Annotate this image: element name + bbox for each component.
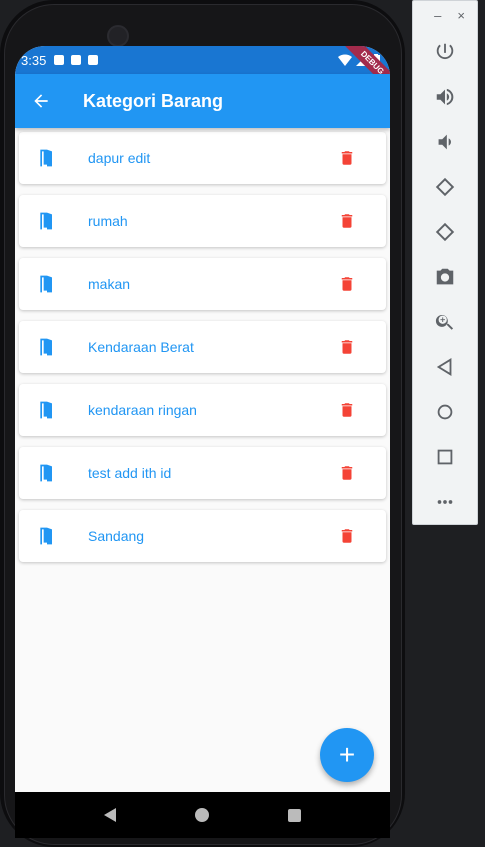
delete-button[interactable] — [336, 273, 358, 295]
list-item[interactable]: kendaraan ringan — [19, 384, 386, 436]
list-item[interactable]: Kendaraan Berat — [19, 321, 386, 373]
trash-icon — [341, 403, 353, 417]
delete-button[interactable] — [336, 147, 358, 169]
volume-down-button[interactable] — [413, 119, 477, 164]
shield-icon — [71, 55, 82, 65]
list-item-label: dapur edit — [88, 150, 151, 166]
page-title: Kategori Barang — [83, 90, 224, 111]
arrow-back-icon — [34, 94, 48, 108]
trash-icon — [341, 529, 353, 543]
back-icon — [436, 357, 452, 376]
emulator-toolbar: – × — [412, 0, 478, 525]
list-item-label: Kendaraan Berat — [88, 339, 194, 355]
delete-button[interactable] — [336, 336, 358, 358]
volume-up-button[interactable] — [413, 74, 477, 119]
wifi-icon — [338, 54, 352, 66]
more-icon — [437, 499, 453, 504]
emu-back-button[interactable] — [413, 344, 477, 389]
emulator-window-controls: – × — [413, 1, 477, 29]
delete-button[interactable] — [336, 462, 358, 484]
door-icon — [36, 399, 58, 421]
list-item[interactable]: rumah — [19, 195, 386, 247]
trash-icon — [341, 151, 353, 165]
status-time: 3:35 — [21, 52, 47, 68]
list-item-label: Sandang — [88, 528, 145, 544]
door-icon — [36, 273, 58, 295]
trash-icon — [341, 466, 353, 480]
more-button[interactable] — [413, 479, 477, 524]
door-icon — [36, 210, 58, 232]
zoom-icon — [435, 314, 454, 330]
door-icon — [36, 336, 58, 358]
volume-up-icon — [436, 88, 454, 105]
rotate-left-button[interactable] — [413, 164, 477, 209]
phone-frame: 3:35 DEBUG Kategori Barang dapur edit ru… — [0, 0, 405, 847]
screenshot-button[interactable] — [413, 254, 477, 299]
door-icon — [36, 147, 58, 169]
trash-icon — [341, 214, 353, 228]
sdcard-icon — [88, 55, 99, 65]
trash-icon — [341, 277, 353, 291]
zoom-button[interactable] — [413, 299, 477, 344]
phone-screen: 3:35 DEBUG Kategori Barang dapur edit ru… — [15, 46, 390, 838]
delete-button[interactable] — [336, 525, 358, 547]
status-icons-left — [54, 55, 99, 65]
list-item[interactable]: makan — [19, 258, 386, 310]
camera-icon — [436, 268, 454, 284]
back-button[interactable] — [15, 74, 67, 128]
category-list: dapur edit rumah makan Kendaraan Berat k — [15, 128, 390, 562]
rotate-right-button[interactable] — [413, 209, 477, 254]
door-icon — [36, 462, 58, 484]
nav-back-button[interactable] — [104, 808, 117, 822]
list-item[interactable]: dapur edit — [19, 132, 386, 184]
close-button[interactable]: × — [457, 8, 465, 23]
list-item-label: makan — [88, 276, 131, 292]
settings-icon — [54, 55, 65, 65]
overview-icon — [437, 449, 453, 464]
delete-button[interactable] — [336, 399, 358, 421]
trash-icon — [341, 340, 353, 354]
emu-home-button[interactable] — [413, 389, 477, 434]
nav-home-button[interactable] — [194, 808, 209, 822]
volume-down-icon — [438, 134, 451, 149]
home-icon — [437, 404, 453, 419]
app-bar: Kategori Barang — [15, 74, 390, 128]
delete-button[interactable] — [336, 210, 358, 232]
list-item-label: rumah — [88, 213, 128, 229]
nav-recents-button[interactable] — [287, 808, 301, 822]
list-item[interactable]: Sandang — [19, 510, 386, 562]
system-navigation-bar — [15, 792, 390, 838]
power-icon — [436, 43, 454, 59]
list-item-label: test add ith id — [88, 465, 172, 481]
front-camera — [107, 25, 129, 47]
status-bar: 3:35 DEBUG — [15, 46, 390, 97]
emu-overview-button[interactable] — [413, 434, 477, 479]
rotate-left-icon — [435, 177, 455, 196]
list-item[interactable]: test add ith id — [19, 447, 386, 499]
door-icon — [36, 525, 58, 547]
power-button[interactable] — [413, 29, 477, 74]
minimize-button[interactable]: – — [434, 8, 441, 23]
list-item-label: kendaraan ringan — [88, 402, 197, 418]
rotate-right-icon — [435, 222, 455, 241]
add-category-button[interactable]: + — [320, 728, 374, 782]
